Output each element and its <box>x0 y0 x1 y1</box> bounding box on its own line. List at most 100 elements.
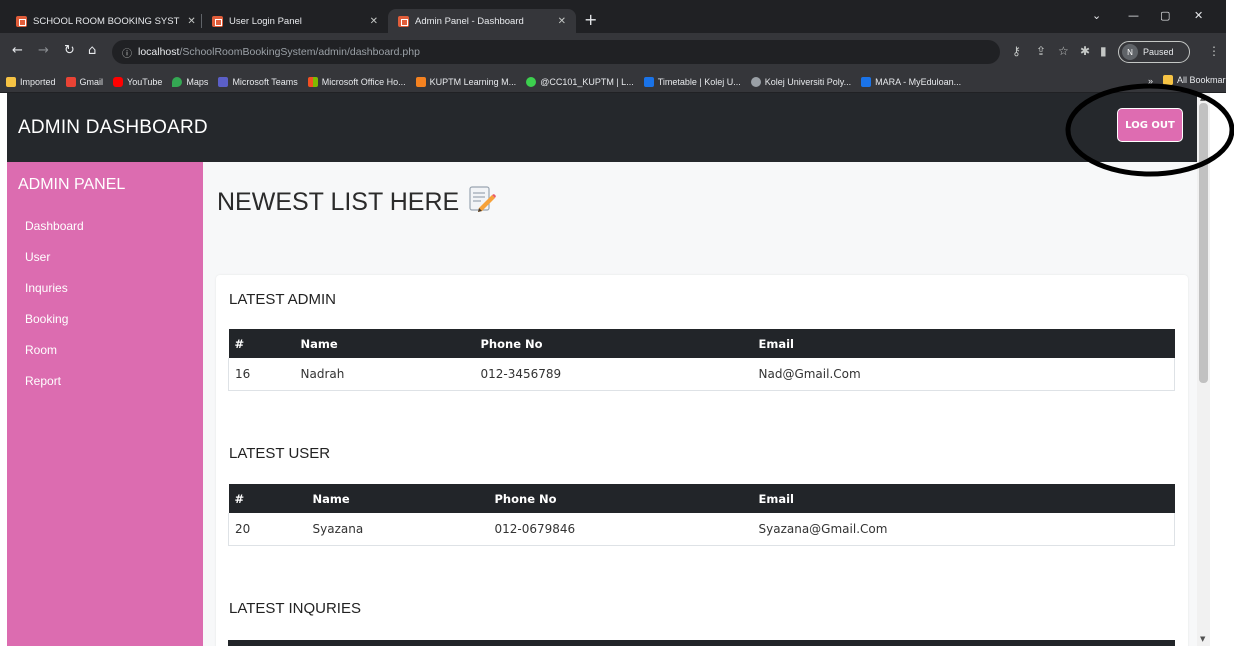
scrollbar-thumb[interactable] <box>1199 103 1208 383</box>
bookmark-label: YouTube <box>127 76 163 87</box>
scroll-up-icon[interactable]: ▲ <box>1200 94 1205 102</box>
memo-pencil-icon <box>467 184 497 221</box>
browser-tab-school-room-booking[interactable]: SCHOOL ROOM BOOKING SYST ✕ <box>6 9 200 33</box>
bookmarks-bar: Imported Gmail YouTube Maps Microsoft Te… <box>0 71 1226 93</box>
extensions-icon[interactable]: ✱ <box>1080 43 1090 59</box>
browser-tab-user-login[interactable]: User Login Panel ✕ <box>202 9 388 33</box>
url-path: /SchoolRoomBookingSystem/admin/dashboard… <box>179 46 420 58</box>
site-info-icon[interactable]: ⓘ <box>122 45 132 60</box>
cell-phone: 012-3456789 <box>474 358 753 391</box>
password-key-icon[interactable]: ⚷ <box>1012 43 1021 59</box>
folder-icon <box>6 76 16 87</box>
bookmark-label: Microsoft Teams <box>232 76 298 87</box>
newest-list-card: LATEST ADMIN # Name Phone No Email 16 Na… <box>216 275 1188 646</box>
close-tab-icon[interactable]: ✕ <box>179 16 195 27</box>
bookmark-office[interactable]: Microsoft Office Ho... <box>307 76 406 87</box>
gmail-icon <box>65 76 76 87</box>
page-viewport: ADMIN DASHBOARD LOG OUT ADMIN PANEL Dash… <box>7 93 1197 646</box>
column-header: Name <box>312 491 350 506</box>
all-bookmarks-button[interactable]: All Bookmarks <box>1163 75 1226 85</box>
home-icon[interactable]: ⌂ <box>88 43 96 59</box>
sidebar-item-inquiries[interactable]: Inquries <box>25 279 84 310</box>
tab-title: SCHOOL ROOM BOOKING SYST <box>33 15 180 27</box>
bookmark-star-icon[interactable]: ☆ <box>1058 43 1069 59</box>
minimize-icon[interactable]: — <box>1128 9 1139 22</box>
bookmark-label: Kolej Universiti Poly... <box>764 76 852 87</box>
bookmark-timetable[interactable]: Timetable | Kolej U... <box>643 76 741 87</box>
folder-icon <box>1163 75 1173 85</box>
mara-icon <box>861 76 872 87</box>
profile-button[interactable]: N Paused <box>1118 41 1190 63</box>
bookmark-label: Microsoft Office Ho... <box>321 76 406 87</box>
column-header: Email <box>758 491 794 506</box>
table-header-row: # Name Phone No Email <box>228 329 1175 358</box>
bookmark-gmail[interactable]: Gmail <box>65 76 104 87</box>
sidebar-item-booking[interactable]: Booking <box>25 310 84 341</box>
browser-tab-admin-dashboard[interactable]: Admin Panel - Dashboard ✕ <box>388 9 576 33</box>
more-bookmarks-icon[interactable]: » <box>1148 76 1153 86</box>
sidebar-item-report[interactable]: Report <box>25 372 84 403</box>
share-icon[interactable]: ⇪ <box>1036 43 1046 59</box>
main-heading: NEWEST LIST HERE <box>217 184 497 221</box>
bookmark-teams[interactable]: Microsoft Teams <box>218 76 298 87</box>
forward-icon[interactable]: → <box>38 43 49 59</box>
table-row: 20 Syazana 012-0679846 Syazana@Gmail.Com <box>228 513 1175 546</box>
moodle-icon <box>415 76 426 87</box>
bookmark-cc101[interactable]: @CC101_KUPTM | L... <box>526 76 634 87</box>
sidebar-title: ADMIN PANEL <box>18 176 126 193</box>
bookmark-label: Timetable | Kolej U... <box>657 76 741 87</box>
latest-admin-table: # Name Phone No Email 16 Nadrah 012-3456… <box>228 329 1175 391</box>
browser-window: SCHOOL ROOM BOOKING SYST ✕ User Login Pa… <box>0 0 1226 646</box>
scroll-down-icon[interactable]: ▼ <box>1200 635 1205 643</box>
latest-user-table: # Name Phone No Email 20 Syazana 012-067… <box>228 484 1175 546</box>
bookmark-imported[interactable]: Imported <box>6 76 56 87</box>
cell-email: Nad@Gmail.Com <box>752 358 1175 391</box>
site-favicon-icon <box>398 15 409 27</box>
column-header: # <box>234 491 245 506</box>
column-header: Phone No <box>480 336 543 351</box>
sidebar-item-user[interactable]: User <box>25 248 84 279</box>
close-tab-icon[interactable]: ✕ <box>550 16 566 27</box>
browser-toolbar: ← → ↻ ⌂ ⓘ localhost/SchoolRoomBookingSys… <box>0 33 1226 71</box>
address-bar[interactable]: ⓘ localhost/SchoolRoomBookingSystem/admi… <box>112 40 1000 64</box>
site-favicon-icon <box>212 15 223 27</box>
bookmark-label: Maps <box>186 76 209 87</box>
sheet-icon <box>643 76 654 87</box>
cell-name: Syazana <box>306 513 489 546</box>
bookmark-youtube[interactable]: YouTube <box>113 76 163 87</box>
bookmark-maps[interactable]: Maps <box>172 76 209 87</box>
column-header: # <box>234 336 245 351</box>
maps-icon <box>172 76 183 87</box>
reload-icon[interactable]: ↻ <box>64 43 75 59</box>
latest-user-title: LATEST USER <box>229 445 331 462</box>
back-icon[interactable]: ← <box>12 43 23 59</box>
bookmark-mara[interactable]: MARA - MyEduloan... <box>861 76 961 87</box>
sidebar-nav: Dashboard User Inquries Booking Room Rep… <box>25 217 84 403</box>
star-burst-icon <box>526 76 537 87</box>
latest-admin-title: LATEST ADMIN <box>229 291 336 308</box>
table-row: 16 Nadrah 012-3456789 Nad@Gmail.Com <box>228 358 1175 391</box>
all-bookmarks-label: All Bookmarks <box>1177 75 1226 85</box>
main-heading-text: NEWEST LIST HERE <box>217 188 460 216</box>
profile-status: Paused <box>1143 47 1174 57</box>
bookmark-label: Gmail <box>79 76 104 87</box>
column-header: Phone No <box>494 491 557 506</box>
new-tab-icon[interactable]: + <box>584 12 597 28</box>
side-panel-icon[interactable]: ▮ <box>1100 43 1107 59</box>
sidebar-item-room[interactable]: Room <box>25 341 84 372</box>
close-tab-icon[interactable]: ✕ <box>362 16 378 27</box>
bookmark-kuptm-learning[interactable]: KUPTM Learning M... <box>415 76 517 87</box>
tab-search-icon[interactable]: ⌄ <box>1092 9 1101 22</box>
bookmark-label: KUPTM Learning M... <box>429 76 517 87</box>
page-scrollbar[interactable]: ▲ ▼ <box>1197 93 1210 646</box>
browser-menu-icon[interactable]: ⋮ <box>1208 43 1220 59</box>
teams-icon <box>218 76 229 87</box>
maximize-icon[interactable]: ▢ <box>1160 9 1170 22</box>
logout-button[interactable]: LOG OUT <box>1117 108 1183 142</box>
bookmark-kolej-universiti[interactable]: Kolej Universiti Poly... <box>750 76 852 87</box>
bookmark-label: Imported <box>20 76 56 87</box>
cell-phone: 012-0679846 <box>488 513 753 546</box>
close-window-icon[interactable]: ✕ <box>1194 9 1203 22</box>
latest-inquiries-table-header <box>228 640 1175 646</box>
sidebar-item-dashboard[interactable]: Dashboard <box>25 217 84 248</box>
